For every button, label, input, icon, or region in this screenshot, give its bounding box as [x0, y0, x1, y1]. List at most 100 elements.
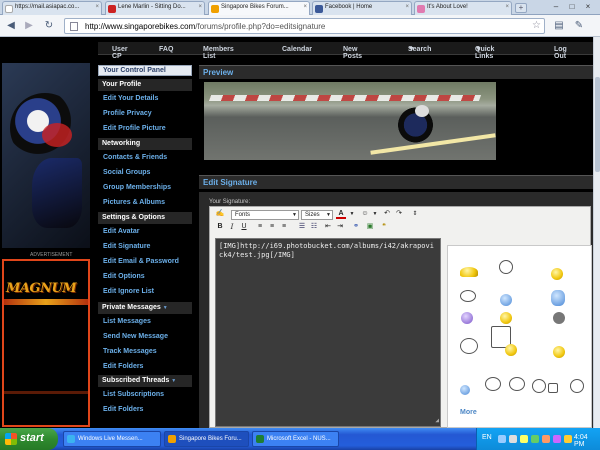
cat-smilie-icon[interactable]: [570, 379, 584, 393]
link-edit-avatar[interactable]: Edit Avatar: [103, 228, 139, 235]
link-profile-privacy[interactable]: Profile Privacy: [103, 110, 152, 117]
start-button[interactable]: start: [0, 428, 58, 450]
page-menu-icon[interactable]: ▤: [552, 19, 566, 33]
insert-image-icon[interactable]: ▣: [365, 222, 375, 232]
indent-icon[interactable]: ⇥: [335, 222, 345, 232]
grey-smilie-icon[interactable]: [553, 312, 565, 324]
redo-icon[interactable]: ↷: [394, 209, 404, 219]
link-pictures-albums[interactable]: Pictures & Albums: [103, 199, 165, 206]
section-subscribed-threads[interactable]: Subscribed Threads ▼: [98, 375, 192, 387]
minimize-button[interactable]: –: [548, 2, 564, 12]
smile-smilie-icon[interactable]: [505, 344, 517, 356]
cat-smilie-icon[interactable]: [499, 260, 513, 274]
link-edit-ignore-list[interactable]: Edit Ignore List: [103, 288, 154, 295]
unordered-list-icon[interactable]: ☷: [309, 222, 319, 232]
close-tab-icon[interactable]: ×: [405, 4, 409, 10]
dropdown-caret-icon[interactable]: ▼: [370, 209, 380, 219]
help-icon[interactable]: [498, 435, 506, 443]
close-tab-icon[interactable]: ×: [505, 4, 509, 10]
font-select[interactable]: Fonts ▼: [231, 210, 299, 220]
task-microsoft-excel[interactable]: Microsoft Excel - NUS...: [252, 431, 339, 447]
insert-quote-icon[interactable]: ❝: [379, 222, 389, 232]
resize-grip-icon[interactable]: ◢: [435, 416, 439, 425]
messenger-tray-icon[interactable]: [531, 435, 539, 443]
bold-icon[interactable]: B: [215, 222, 225, 232]
cat-smilie-icon[interactable]: [509, 377, 525, 391]
more-smilies-link[interactable]: More: [460, 409, 477, 416]
align-left-icon[interactable]: ≡: [255, 222, 265, 232]
align-right-icon[interactable]: ≡: [279, 222, 289, 232]
align-center-icon[interactable]: ≡: [267, 222, 277, 232]
cat-smilie-icon[interactable]: [532, 379, 546, 393]
snail-smilie-icon[interactable]: [460, 385, 470, 395]
page-scrollbar[interactable]: [593, 37, 600, 428]
close-tab-icon[interactable]: ×: [198, 4, 202, 10]
outdent-icon[interactable]: ⇤: [323, 222, 333, 232]
cool-smilie-icon[interactable]: [553, 346, 565, 358]
new-tab-button[interactable]: +: [515, 3, 527, 13]
text-color-icon[interactable]: A: [336, 209, 346, 219]
link-edit-options[interactable]: Edit Options: [103, 273, 145, 280]
task-windows-live-messenger[interactable]: Windows Live Messen...: [63, 431, 161, 447]
link-edit-email-password[interactable]: Edit Email & Password: [103, 258, 179, 265]
back-arrow-icon[interactable]: ◀: [4, 19, 18, 33]
wrench-icon[interactable]: ✎: [572, 19, 586, 33]
size-select[interactable]: Sizes ▼: [301, 210, 333, 220]
purple-smilie-icon[interactable]: [461, 312, 473, 324]
maximize-button[interactable]: □: [564, 2, 580, 12]
undo-icon[interactable]: ↶: [382, 209, 392, 219]
section-private-messages[interactable]: Private Messages ▼: [98, 302, 192, 314]
ordered-list-icon[interactable]: ☰: [297, 222, 307, 232]
link-edit-folders[interactable]: Edit Folders: [103, 363, 143, 370]
bookmark-star-icon[interactable]: ☆: [532, 20, 541, 31]
forward-arrow-icon[interactable]: ▶: [22, 19, 36, 33]
scrollbar-thumb[interactable]: [595, 77, 600, 172]
dropdown-caret-icon[interactable]: ▼: [347, 209, 357, 219]
signature-textarea[interactable]: [IMG]http://i69.photobucket.com/albums/i…: [215, 238, 441, 427]
browser-tab-about-love[interactable]: It's About Love! ×: [414, 1, 512, 15]
link-edit-profile-picture[interactable]: Edit Profile Picture: [103, 125, 166, 132]
browser-tab-singapore-bikes[interactable]: Singapore Bikes Forum... ×: [208, 1, 310, 15]
volume-icon[interactable]: [542, 435, 550, 443]
link-edit-your-details[interactable]: Edit Your Details: [103, 95, 158, 102]
smile-smilie-icon[interactable]: [500, 312, 512, 324]
cat-smilie-icon[interactable]: [485, 377, 501, 391]
link-edit-folders[interactable]: Edit Folders: [103, 406, 143, 413]
link-edit-signature[interactable]: Edit Signature: [103, 243, 150, 250]
close-window-button[interactable]: ×: [580, 2, 596, 12]
cat-smilie-icon[interactable]: [460, 338, 478, 354]
blue-smilie-icon[interactable]: [500, 294, 512, 306]
robot-smilie-icon[interactable]: [551, 290, 565, 306]
wings-smilie-icon[interactable]: [460, 267, 478, 277]
security-icon[interactable]: [520, 435, 528, 443]
task-singapore-bikes-forum[interactable]: Singapore Bikes Foru...: [164, 431, 249, 447]
cat-smilie-icon[interactable]: [460, 290, 476, 302]
magnum-advertisement[interactable]: MAGNUM: [2, 259, 90, 427]
drinks-smilie-icon[interactable]: [548, 383, 558, 393]
close-tab-icon[interactable]: ×: [95, 4, 99, 10]
smilie-icon[interactable]: ☺: [360, 209, 370, 219]
language-indicator[interactable]: EN: [482, 434, 492, 441]
close-tab-icon[interactable]: ×: [303, 4, 307, 10]
italic-icon[interactable]: I: [227, 222, 237, 232]
smile-smilie-icon[interactable]: [551, 268, 563, 280]
link-group-memberships[interactable]: Group Memberships: [103, 184, 171, 191]
link-social-groups[interactable]: Social Groups: [103, 169, 150, 176]
browser-tab-mail[interactable]: https://mail.asiapac.co... ×: [2, 1, 102, 15]
link-send-new-message[interactable]: Send New Message: [103, 333, 168, 340]
browser-tab-lene-marlin[interactable]: Lene Marlin - Sitting Do... ×: [105, 1, 205, 15]
antivirus-icon[interactable]: [564, 435, 572, 443]
insert-link-icon[interactable]: ⚭: [351, 222, 361, 232]
reload-icon[interactable]: ↻: [42, 19, 56, 33]
link-list-messages[interactable]: List Messages: [103, 318, 151, 325]
remove-format-icon[interactable]: ✍: [215, 209, 225, 219]
underline-icon[interactable]: U: [239, 222, 249, 232]
network-icon[interactable]: [509, 435, 517, 443]
update-icon[interactable]: [553, 435, 561, 443]
link-list-subscriptions[interactable]: List Subscriptions: [103, 391, 164, 398]
link-track-messages[interactable]: Track Messages: [103, 348, 157, 355]
browser-tab-facebook[interactable]: Facebook | Home ×: [312, 1, 412, 15]
link-contacts-friends[interactable]: Contacts & Friends: [103, 154, 167, 161]
resize-editor-icon[interactable]: ⇕: [410, 209, 420, 219]
address-bar[interactable]: http://www.singaporebikes.com/forums/pro…: [64, 18, 545, 34]
